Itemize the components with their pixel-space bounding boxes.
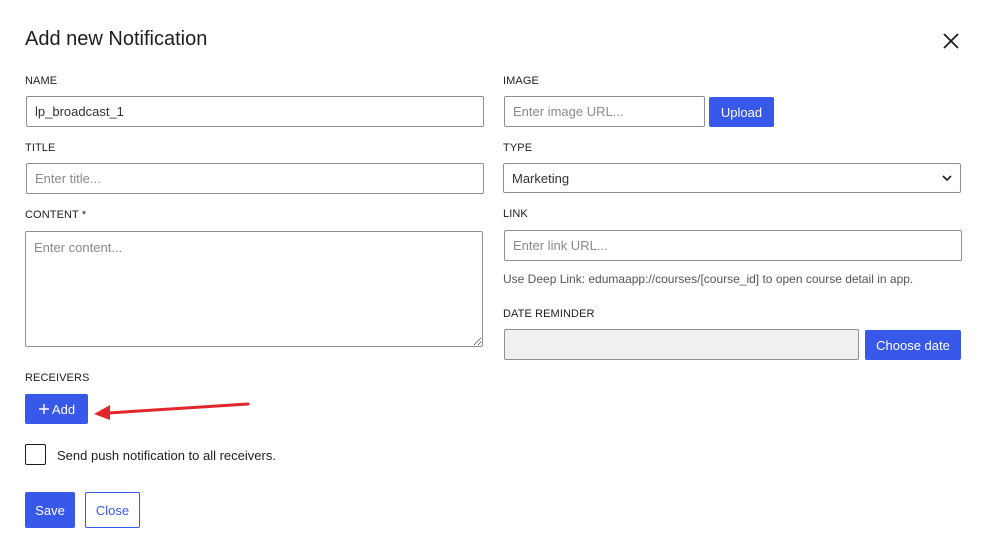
save-button[interactable]: Save <box>25 492 75 528</box>
add-receiver-label: Add <box>51 401 76 417</box>
content-textarea[interactable] <box>25 231 483 347</box>
name-label: NAME <box>25 75 58 87</box>
date-reminder-field[interactable] <box>504 329 859 360</box>
close-icon[interactable] <box>938 28 964 54</box>
type-select-value: Marketing <box>512 170 570 186</box>
annotation-arrow-icon <box>94 402 250 420</box>
type-select[interactable]: Marketing <box>503 163 961 193</box>
close-button[interactable]: Close <box>85 492 140 528</box>
date-reminder-label: DATE REMINDER <box>503 308 595 320</box>
add-receiver-button[interactable]: Add <box>25 394 88 424</box>
title-label: TITLE <box>25 142 56 154</box>
link-input[interactable] <box>504 230 962 261</box>
upload-button[interactable]: Upload <box>709 97 774 127</box>
name-input[interactable] <box>26 96 484 127</box>
chevron-down-icon <box>942 175 952 182</box>
link-help-text: Use Deep Link: edumaapp://courses/[cours… <box>503 272 914 286</box>
push-all-label: Send push notification to all receivers. <box>57 448 276 463</box>
dialog-title: Add new Notification <box>25 28 208 50</box>
choose-date-button[interactable]: Choose date <box>865 330 961 360</box>
plus-icon <box>38 404 49 414</box>
link-label: LINK <box>503 208 528 220</box>
push-all-checkbox[interactable] <box>25 444 46 465</box>
title-input[interactable] <box>26 163 484 194</box>
receivers-label: RECEIVERS <box>25 372 90 384</box>
image-label: IMAGE <box>503 75 539 87</box>
type-label: TYPE <box>503 142 533 154</box>
content-label: CONTENT * <box>25 209 87 221</box>
image-url-input[interactable] <box>504 96 705 127</box>
